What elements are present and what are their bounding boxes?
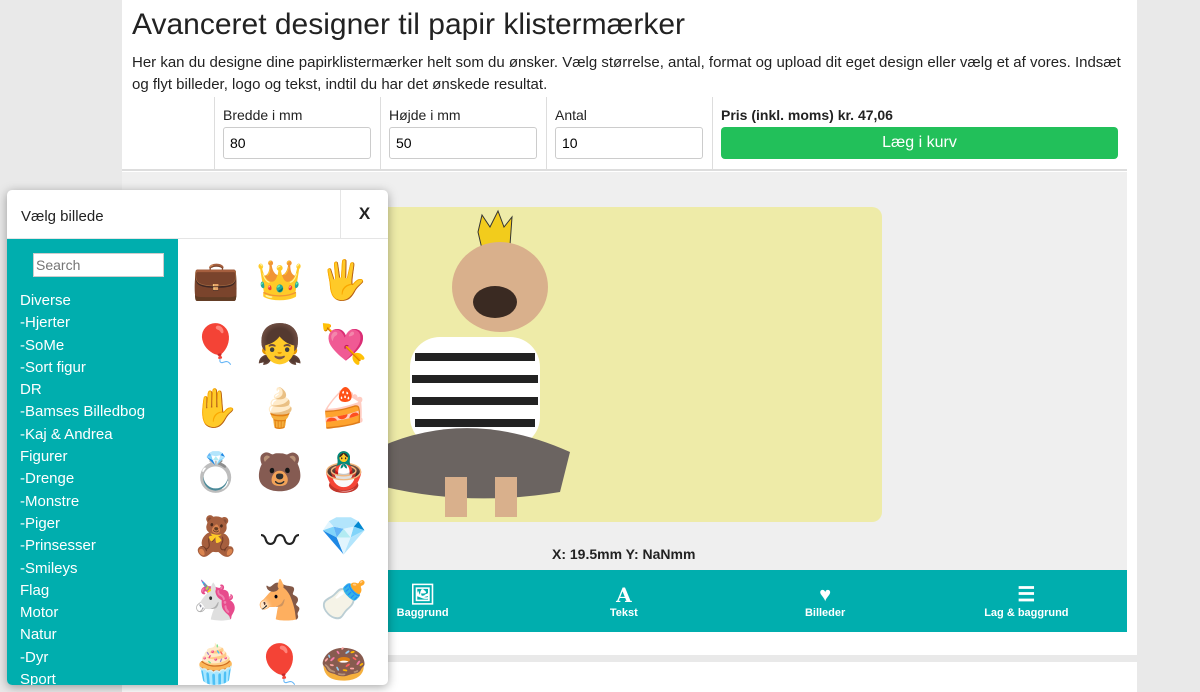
dala-horse-icon[interactable]: 🐴 (248, 569, 312, 633)
category-item[interactable]: DR (7, 381, 178, 403)
width-input[interactable] (223, 127, 371, 159)
height-label: Højde i mm (389, 107, 461, 123)
hamsa-icon[interactable]: 🖐 (312, 249, 376, 313)
category-item[interactable]: -Hjerter (7, 314, 178, 336)
background-label: Baggrund (396, 607, 449, 619)
dialog-title: Vælg billede (21, 208, 104, 225)
width-group: Bredde i mm (214, 97, 379, 169)
category-item[interactable]: -SoMe (7, 337, 178, 359)
crown-icon[interactable]: 👑 (248, 249, 312, 313)
search-input[interactable] (33, 253, 164, 277)
qty-group: Antal (546, 97, 711, 169)
category-item[interactable]: -Monstre (7, 493, 178, 515)
donut-icon[interactable]: 🍩 (312, 633, 376, 685)
image-grid: 💼 👑 🖐 🎈 👧 💘 ✋ 🍦 🍰 💍 🐻 🪆 🧸 〰 💎 🦄 🐴 🍼 🧁 🎈 🍩 (179, 239, 388, 685)
category-list: Diverse -Hjerter -SoMe -Sort figur DR -Bamses… (7, 292, 178, 685)
unicorn-icon[interactable]: 🦄 (184, 569, 248, 633)
category-item[interactable]: -Dyr (7, 649, 178, 671)
heart-icon: ♥ (819, 584, 832, 606)
category-item[interactable]: Diverse (7, 292, 178, 314)
sticker-preview[interactable] (370, 207, 882, 522)
text-button[interactable]: A Tekst (523, 570, 724, 632)
diamond-icon[interactable]: 💎 (312, 505, 376, 569)
category-item[interactable]: Flag (7, 582, 178, 604)
layers-label: Lag & baggrund (984, 607, 1069, 619)
page-title: Avanceret designer til papir klistermærk… (132, 8, 685, 41)
category-item[interactable]: -Prinsesser (7, 537, 178, 559)
category-item[interactable]: Sport (7, 671, 178, 685)
category-sidebar: Diverse-Hjerter-SoMe-Sort figurDR-Bamses… (7, 239, 178, 685)
width-label: Bredde i mm (223, 107, 303, 123)
teddy-icon[interactable]: 🧸 (184, 505, 248, 569)
pug-image[interactable] (370, 207, 590, 522)
ice-cream-icon[interactable]: 🍦 (248, 377, 312, 441)
category-item[interactable]: Natur (7, 626, 178, 648)
list-icon: ☰ (1017, 584, 1036, 606)
qty-label: Antal (555, 107, 587, 123)
add-to-cart-button[interactable]: Læg i kurv (721, 127, 1118, 159)
cursor-coordinates: X: 19.5mm Y: NaNmm (552, 546, 696, 562)
cupid-icon[interactable]: 💘 (312, 313, 376, 377)
intro-text: Her kan du designe dine papirklistermærk… (132, 54, 1121, 93)
order-form: Bredde i mm Højde i mm Antal Pris (inkl.… (122, 97, 1127, 171)
image-icon: 🖼 (409, 584, 436, 606)
close-button[interactable]: X (340, 190, 388, 238)
cupcake-icon[interactable]: 🧁 (184, 633, 248, 685)
layers-button[interactable]: ☰ Lag & baggrund (926, 570, 1127, 632)
briefcase-icon[interactable]: 💼 (184, 249, 248, 313)
kids-icon[interactable]: 👧 (248, 313, 312, 377)
ring-icon[interactable]: 💍 (184, 441, 248, 505)
text-label: Tekst (609, 607, 638, 619)
height-group: Højde i mm (380, 97, 545, 169)
images-button[interactable]: ♥ Billeder (725, 570, 926, 632)
cake-slice-icon[interactable]: 🍰 (312, 377, 376, 441)
qty-input[interactable] (555, 127, 703, 159)
category-item[interactable]: -Drenge (7, 470, 178, 492)
bear-icon[interactable]: 🐻 (248, 441, 312, 505)
choose-image-dialog: Vælg billede X Diverse-Hjerter-SoMe-Sort… (7, 190, 388, 685)
text-icon: A (616, 583, 632, 607)
images-label: Billeder (804, 607, 846, 619)
heart-balloon-icon[interactable]: 🎈 (184, 313, 248, 377)
category-item[interactable]: -Kaj & Andrea (7, 426, 178, 448)
mustache-icon[interactable]: 〰 (248, 505, 312, 569)
category-item[interactable]: -Sort figur (7, 359, 178, 381)
dialog-header: Vælg billede X (7, 190, 388, 239)
hamsa-blue-icon[interactable]: ✋ (184, 377, 248, 441)
pacifier-icon[interactable]: 🍼 (312, 569, 376, 633)
matryoshka-icon[interactable]: 🪆 (312, 441, 376, 505)
category-item[interactable]: Motor (7, 604, 178, 626)
category-item[interactable]: -Smileys (7, 560, 178, 582)
category-item[interactable]: Figurer (7, 448, 178, 470)
category-item[interactable]: -Bamses Billedbog (7, 403, 178, 425)
category-item[interactable]: -Piger (7, 515, 178, 537)
price-group: Pris (inkl. moms) kr. 47,06 Læg i kurv (712, 97, 1126, 169)
height-input[interactable] (389, 127, 537, 159)
price-text: Pris (inkl. moms) kr. 47,06 (721, 107, 893, 123)
hot-air-balloon-icon[interactable]: 🎈 (248, 633, 312, 685)
